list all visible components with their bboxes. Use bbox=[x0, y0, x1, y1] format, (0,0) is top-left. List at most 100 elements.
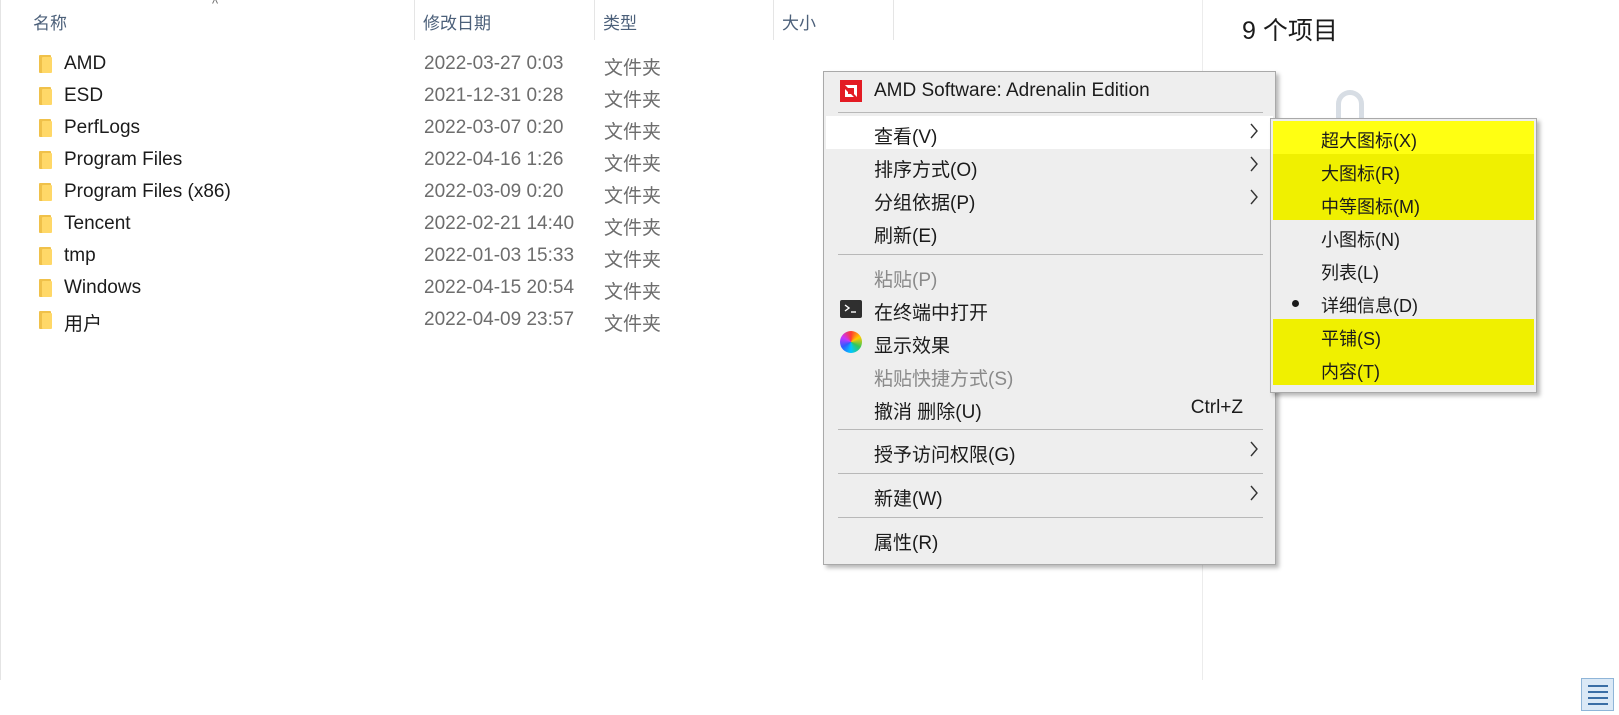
file-date: 2022-02-21 14:40 bbox=[424, 213, 575, 234]
file-date: 2022-01-03 15:33 bbox=[424, 245, 575, 266]
submenu-item-small-icons[interactable]: 小图标(N) bbox=[1273, 220, 1534, 253]
file-date: 2021-12-31 0:28 bbox=[424, 85, 564, 106]
file-row[interactable]: Program Files 2022-04-16 1:26 文件夹 bbox=[1, 145, 901, 177]
submenu-item-label: 大图标(R) bbox=[1321, 164, 1400, 184]
file-date: 2022-03-07 0:20 bbox=[424, 117, 564, 138]
chevron-right-icon bbox=[1250, 485, 1258, 501]
file-row[interactable]: 用户 2022-04-09 23:57 文件夹 bbox=[1, 305, 901, 337]
menu-separator bbox=[838, 429, 1263, 430]
shortcut-label: Ctrl+Z bbox=[1190, 397, 1243, 418]
menu-item-open-terminal[interactable]: 在终端中打开 bbox=[826, 292, 1273, 325]
menu-separator bbox=[838, 517, 1263, 518]
color-wheel-icon bbox=[840, 331, 862, 353]
file-row[interactable]: PerfLogs 2022-03-07 0:20 文件夹 bbox=[1, 113, 901, 145]
menu-item-properties[interactable]: 属性(R) bbox=[826, 522, 1273, 555]
submenu-item-tiles[interactable]: 平铺(S) bbox=[1273, 319, 1534, 352]
file-row[interactable]: Tencent 2022-02-21 14:40 文件夹 bbox=[1, 209, 901, 241]
menu-item-display-effects[interactable]: 显示效果 bbox=[826, 325, 1273, 358]
chevron-right-icon bbox=[1250, 189, 1258, 205]
folder-icon bbox=[39, 87, 53, 105]
file-row[interactable]: AMD 2022-03-27 0:03 文件夹 bbox=[1, 49, 901, 81]
file-row[interactable]: ESD 2021-12-31 0:28 文件夹 bbox=[1, 81, 901, 113]
menu-item-label: 撤消 删除(U) bbox=[874, 402, 982, 423]
file-date: 2022-04-09 23:57 bbox=[424, 309, 575, 330]
submenu-item-extra-large-icons[interactable]: 超大图标(X) bbox=[1273, 121, 1534, 154]
menu-item-label: 查看(V) bbox=[874, 127, 938, 148]
context-menu: AMD Software: Adrenalin Edition 查看(V) 排序… bbox=[823, 71, 1276, 565]
folder-icon bbox=[39, 279, 53, 297]
menu-item-refresh[interactable]: 刷新(E) bbox=[826, 215, 1273, 248]
menu-item-label: 排序方式(O) bbox=[874, 160, 978, 181]
file-date: 2022-04-16 1:26 bbox=[424, 149, 564, 170]
file-type: 文件夹 bbox=[604, 282, 662, 303]
folder-icon bbox=[39, 311, 53, 329]
file-row[interactable]: tmp 2022-01-03 15:33 文件夹 bbox=[1, 241, 901, 273]
file-name: AMD bbox=[64, 53, 107, 74]
file-type: 文件夹 bbox=[604, 218, 662, 239]
terminal-icon bbox=[840, 300, 862, 318]
menu-item-new[interactable]: 新建(W) bbox=[826, 478, 1273, 511]
menu-item-label: 分组依据(P) bbox=[874, 193, 976, 214]
menu-item-view[interactable]: 查看(V) bbox=[826, 116, 1273, 149]
file-type: 文件夹 bbox=[604, 186, 662, 207]
menu-item-label: 刷新(E) bbox=[874, 226, 938, 247]
menu-item-label: 授予访问权限(G) bbox=[874, 445, 1016, 466]
menu-item-grant-access[interactable]: 授予访问权限(G) bbox=[826, 434, 1273, 467]
file-type: 文件夹 bbox=[604, 154, 662, 175]
file-name: Program Files (x86) bbox=[64, 181, 231, 202]
submenu-item-medium-icons[interactable]: 中等图标(M) bbox=[1273, 187, 1534, 220]
menu-item-sort[interactable]: 排序方式(O) bbox=[826, 149, 1273, 182]
menu-item-undo-delete[interactable]: 撤消 删除(U) Ctrl+Z bbox=[826, 391, 1273, 424]
file-type: 文件夹 bbox=[604, 314, 662, 335]
menu-item-paste[interactable]: 粘贴(P) bbox=[826, 259, 1273, 292]
file-type: 文件夹 bbox=[604, 250, 662, 271]
file-date: 2022-03-27 0:03 bbox=[424, 53, 564, 74]
file-date: 2022-03-09 0:20 bbox=[424, 181, 564, 202]
menu-separator bbox=[838, 473, 1263, 474]
folder-icon bbox=[39, 119, 53, 137]
column-header-name[interactable]: 名称 bbox=[33, 9, 67, 34]
file-row[interactable]: Program Files (x86) 2022-03-09 0:20 文件夹 bbox=[1, 177, 901, 209]
submenu-item-content[interactable]: 内容(T) bbox=[1273, 352, 1534, 385]
file-name: ESD bbox=[64, 85, 104, 106]
view-submenu: 超大图标(X) 大图标(R) 中等图标(M) 小图标(N) 列表(L) 详细信息… bbox=[1270, 118, 1537, 393]
file-rows: AMD 2022-03-27 0:03 文件夹 ESD 2021-12-31 0… bbox=[1, 49, 901, 337]
details-view-toggle-icon[interactable] bbox=[1581, 678, 1614, 711]
menu-item-label: 粘贴(P) bbox=[874, 270, 938, 291]
column-header-row: 名称 ^ 修改日期 类型 大小 bbox=[1, 0, 901, 40]
file-name: Tencent bbox=[64, 213, 131, 234]
menu-item-label: AMD Software: Adrenalin Edition bbox=[874, 80, 1150, 101]
folder-icon bbox=[39, 151, 53, 169]
submenu-item-large-icons[interactable]: 大图标(R) bbox=[1273, 154, 1534, 187]
file-type: 文件夹 bbox=[604, 58, 662, 79]
menu-item-paste-shortcut[interactable]: 粘贴快捷方式(S) bbox=[826, 358, 1273, 391]
column-divider[interactable] bbox=[893, 0, 894, 40]
menu-item-group[interactable]: 分组依据(P) bbox=[826, 182, 1273, 215]
submenu-item-label: 中等图标(M) bbox=[1321, 197, 1420, 217]
amd-logo-icon bbox=[840, 80, 862, 102]
column-divider[interactable] bbox=[773, 0, 774, 40]
column-divider[interactable] bbox=[594, 0, 595, 40]
menu-item-label: 属性(R) bbox=[874, 533, 939, 554]
folder-icon bbox=[39, 183, 53, 201]
submenu-item-list[interactable]: 列表(L) bbox=[1273, 253, 1534, 286]
menu-separator bbox=[838, 254, 1263, 255]
file-type: 文件夹 bbox=[604, 90, 662, 111]
submenu-item-label: 详细信息(D) bbox=[1321, 296, 1418, 316]
folder-icon bbox=[39, 215, 53, 233]
submenu-item-label: 超大图标(X) bbox=[1321, 131, 1417, 151]
submenu-item-details[interactable]: 详细信息(D) bbox=[1273, 286, 1534, 319]
menu-item-label: 在终端中打开 bbox=[874, 303, 989, 324]
menu-separator bbox=[838, 112, 1263, 113]
file-row[interactable]: Windows 2022-04-15 20:54 文件夹 bbox=[1, 273, 901, 305]
item-count-label: 9 个项目 bbox=[1242, 17, 1338, 45]
column-header-size[interactable]: 大小 bbox=[782, 9, 816, 34]
column-header-type[interactable]: 类型 bbox=[603, 9, 637, 34]
file-date: 2022-04-15 20:54 bbox=[424, 277, 575, 298]
menu-item-amd-software[interactable]: AMD Software: Adrenalin Edition bbox=[826, 74, 1273, 107]
chevron-right-icon bbox=[1250, 441, 1258, 457]
column-divider[interactable] bbox=[414, 0, 415, 40]
submenu-item-label: 平铺(S) bbox=[1321, 329, 1381, 349]
column-header-date[interactable]: 修改日期 bbox=[423, 9, 491, 34]
menu-item-label: 粘贴快捷方式(S) bbox=[874, 369, 1014, 390]
